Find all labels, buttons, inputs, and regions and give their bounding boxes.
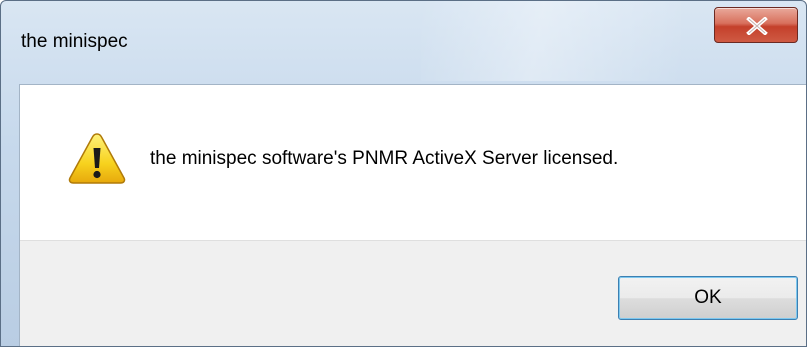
dialog-content: the minispec software's PNMR ActiveX Ser…: [19, 84, 806, 346]
message-text: the minispec software's PNMR ActiveX Ser…: [150, 148, 619, 169]
window-title: the minispec: [21, 31, 128, 52]
button-bar: OK: [20, 240, 806, 346]
close-button[interactable]: [714, 7, 798, 43]
title-bar[interactable]: the minispec: [1, 1, 806, 65]
message-dialog: the minispec the minispec software's PNM…: [0, 0, 807, 347]
message-area: the minispec software's PNMR ActiveX Ser…: [20, 85, 806, 240]
close-icon: [746, 17, 768, 35]
ok-button[interactable]: OK: [618, 276, 798, 320]
warning-icon: [68, 133, 126, 184]
